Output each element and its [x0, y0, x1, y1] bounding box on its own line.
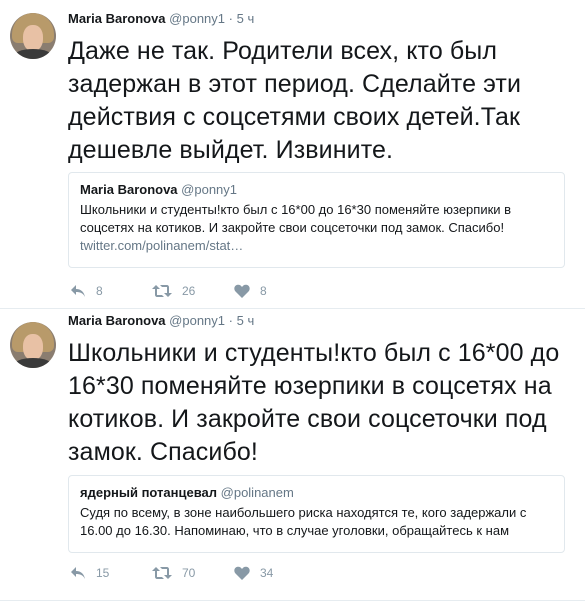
avatar[interactable]: [10, 322, 56, 368]
quoted-text: Судя по всему, в зоне наибольшего риска …: [80, 505, 527, 538]
reply-icon: [70, 284, 86, 298]
reply-button[interactable]: 15: [70, 566, 152, 580]
retweet-icon: [152, 566, 172, 580]
like-button[interactable]: 34: [234, 566, 316, 580]
retweet-button[interactable]: 26: [152, 284, 234, 298]
quoted-tweet[interactable]: ядерный потанцевал @polinanem Судя по вс…: [68, 475, 565, 553]
author-handle[interactable]: @ponny1: [169, 11, 225, 26]
author-name[interactable]: Maria Baronova: [68, 11, 166, 26]
quoted-tweet[interactable]: Maria Baronova @ponny1 Школьники и студе…: [68, 172, 565, 268]
like-icon: [234, 284, 250, 298]
like-icon: [234, 566, 250, 580]
quoted-link[interactable]: twitter.com/polinanem/stat…: [80, 237, 553, 255]
reply-icon: [70, 566, 86, 580]
author-name[interactable]: Maria Baronova: [68, 313, 166, 328]
tweet-actions: 15 70 34: [70, 566, 316, 580]
timestamp[interactable]: 5 ч: [237, 11, 255, 26]
tweet[interactable]: Maria Baronova @ponny1 · 5 ч Школьники и…: [0, 309, 585, 601]
quoted-text: Школьники и студенты!кто был с 16*00 до …: [80, 202, 512, 235]
quoted-author-name: ядерный потанцевал: [80, 485, 218, 500]
retweet-count: 70: [182, 566, 196, 580]
like-count: 8: [260, 284, 267, 298]
separator-dot: ·: [228, 313, 233, 328]
reply-count: 8: [96, 284, 103, 298]
reply-count: 15: [96, 566, 110, 580]
tweet-text: Даже не так. Родители всех, кто был заде…: [68, 37, 522, 164]
like-button[interactable]: 8: [234, 284, 316, 298]
like-count: 34: [260, 566, 274, 580]
retweet-icon: [152, 284, 172, 298]
timestamp[interactable]: 5 ч: [237, 313, 255, 328]
quoted-author-handle: @ponny1: [181, 182, 238, 197]
quoted-author-handle: @polinanem: [220, 485, 294, 500]
author-handle[interactable]: @ponny1: [169, 313, 225, 328]
quoted-author-name: Maria Baronova: [80, 182, 178, 197]
avatar[interactable]: [10, 13, 56, 59]
tweet-actions: 8 26 8: [70, 284, 316, 298]
retweet-button[interactable]: 70: [152, 566, 234, 580]
separator-dot: ·: [228, 11, 233, 26]
tweet-header: Maria Baronova @ponny1 · 5 ч: [68, 10, 575, 28]
tweet[interactable]: Maria Baronova @ponny1 · 5 ч Даже не так…: [0, 0, 585, 309]
tweet-header: Maria Baronova @ponny1 · 5 ч: [68, 312, 575, 330]
tweet-text: Школьники и студенты!кто был с 16*00 до …: [68, 339, 560, 466]
reply-button[interactable]: 8: [70, 284, 152, 298]
retweet-count: 26: [182, 284, 196, 298]
